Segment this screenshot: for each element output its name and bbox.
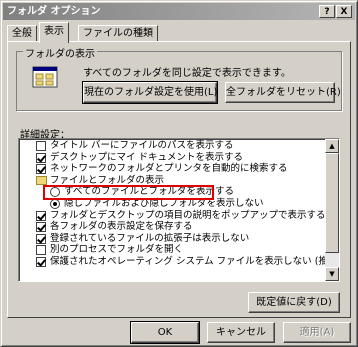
folder-window-icon [32, 66, 58, 88]
checkbox[interactable] [36, 222, 46, 233]
list-item[interactable]: 各フォルダの表示設定を保存する [22, 221, 322, 233]
folder-view-description: すべてのフォルダを同じ設定で表示できます。 [83, 68, 291, 79]
list-item-label: デスクトップにマイ ドキュメントを表示する [50, 151, 244, 163]
list-item[interactable]: デスクトップにマイ ドキュメントを表示する [22, 152, 322, 164]
scroll-down-icon[interactable]: ▼ [325, 267, 339, 281]
list-item-label: タイトル バーにファイルのパスを表示する [50, 140, 234, 151]
window-title: フォルダ オプション [7, 6, 101, 17]
checkbox[interactable] [36, 256, 46, 267]
list-item[interactable]: タイトル バーにファイルのパスを表示する [22, 140, 322, 152]
apply-button[interactable]: 適用(A) [283, 322, 351, 343]
list-item[interactable]: 別のプロセスでフォルダを開く [22, 244, 322, 256]
scroll-thumb[interactable] [325, 153, 339, 253]
tab-general[interactable]: 全般 [7, 25, 37, 42]
close-button[interactable]: X [336, 5, 352, 18]
title-bar[interactable]: フォルダ オプション ? X [3, 3, 355, 20]
checkbox[interactable] [36, 233, 46, 244]
reset-all-folders-button[interactable]: 全フォルダをリセット(R) [225, 82, 341, 103]
checkbox[interactable] [36, 245, 46, 256]
folder-view-group-label: フォルダの表示 [23, 45, 97, 60]
folder-view-group: フォルダの表示 すべてのフォルダを同じ設定で表示できます。 現在のフォルダ設定を… [16, 45, 342, 111]
tab-view[interactable]: 表示 [39, 22, 69, 43]
list-item[interactable]: フォルダとデスクトップの項目の説明をポップアップで表示する [22, 210, 326, 222]
advanced-settings-list[interactable]: タイトル バーにファイルのパスを表示する デスクトップにマイ ドキュメントを表示す… [18, 138, 340, 282]
list-item[interactable]: 保護されたオペレーティング システム ファイルを表示しない (推奨) [22, 256, 339, 268]
list-item-label: 各フォルダの表示設定を保存する [50, 221, 193, 233]
checkbox[interactable] [36, 141, 46, 151]
folder-icon [36, 175, 47, 185]
list-item-label: 保護されたオペレーティング システム ファイルを表示しない (推奨) [50, 255, 340, 267]
checkbox[interactable] [36, 152, 46, 163]
cancel-button[interactable]: キャンセル [207, 322, 275, 343]
folder-options-dialog: フォルダ オプション ? X 全般 表示 ファイルの種類 フォルダの表示 すべて… [0, 0, 358, 347]
checkbox[interactable] [36, 210, 46, 221]
list-item-label: 登録されているファイルの拡張子は表示しない [50, 232, 250, 244]
list-item[interactable]: ネットワークのフォルダとプリンタを自動的に検索する [22, 163, 322, 175]
highlight-box [43, 185, 214, 200]
advanced-settings-rows: タイトル バーにファイルのパスを表示する デスクトップにマイ ドキュメントを表示す… [22, 140, 339, 268]
apply-to-all-folders-button[interactable]: 現在のフォルダ設定を使用(L) [82, 81, 218, 104]
help-button[interactable]: ? [319, 5, 335, 18]
list-item-label: フォルダとデスクトップの項目の説明をポップアップで表示する [50, 209, 326, 221]
view-tab-panel: フォルダの表示 すべてのフォルダを同じ設定で表示できます。 現在のフォルダ設定を… [7, 41, 351, 318]
list-item[interactable]: 登録されているファイルの拡張子は表示しない [22, 233, 322, 245]
scroll-up-icon[interactable]: ▲ [325, 139, 339, 153]
vertical-scrollbar[interactable]: ▲ ▼ [325, 139, 339, 281]
list-item-label: ネットワークのフォルダとプリンタを自動的に検索する [50, 163, 288, 175]
ok-button[interactable]: OK [130, 321, 200, 344]
checkbox[interactable] [36, 164, 46, 175]
tab-file-types[interactable]: ファイルの種類 [78, 25, 158, 42]
restore-defaults-button[interactable]: 既定値に戻す(D) [248, 292, 340, 313]
list-item-label: 別のプロセスでフォルダを開く [50, 244, 184, 256]
radio-button[interactable] [50, 198, 60, 209]
